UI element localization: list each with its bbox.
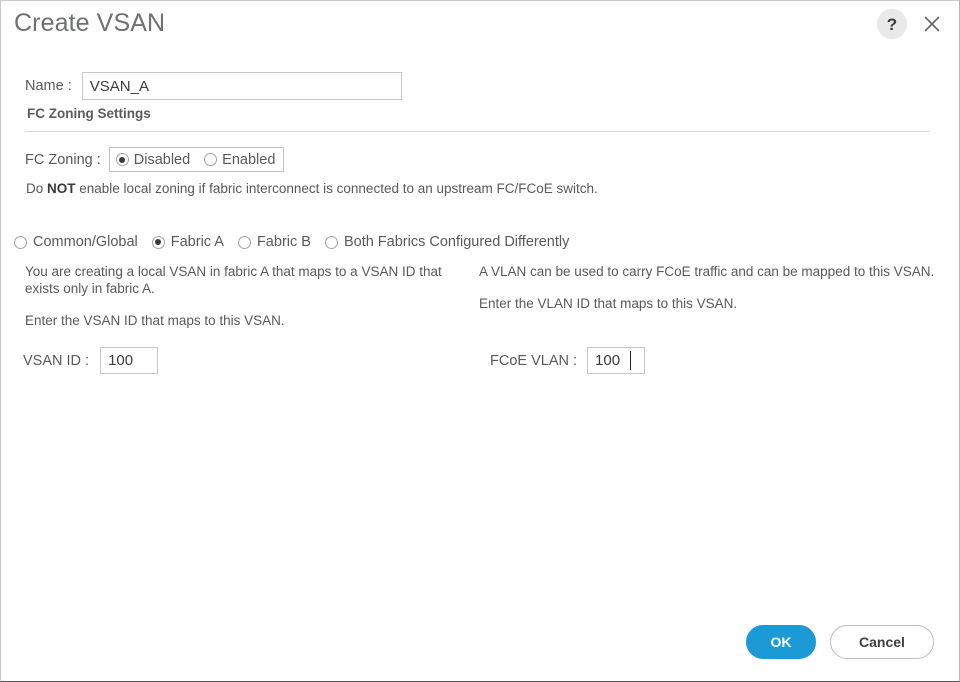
name-input[interactable] (81, 72, 402, 100)
vsan-id-input[interactable] (100, 347, 159, 374)
radio-label: Disabled (133, 151, 191, 168)
radio-fc-zoning-disabled[interactable]: Disabled (115, 151, 191, 168)
radio-icon (204, 153, 218, 166)
radio-both-fabrics[interactable]: Both Fabrics Configured Differently (324, 234, 570, 250)
radio-label: Common/Global (33, 234, 138, 250)
fcoe-vlan-label: FCoE VLAN : (490, 352, 578, 369)
vlan-description-column: A VLAN can be used to carry FCoE traffic… (479, 263, 939, 312)
cancel-button[interactable]: Cancel (830, 625, 934, 659)
radio-icon (115, 153, 129, 166)
vlan-description-text: A VLAN can be used to carry FCoE traffic… (479, 264, 935, 279)
radio-label: Both Fabrics Configured Differently (343, 234, 570, 250)
vsan-instruction-text: Enter the VSAN ID that maps to this VSAN… (25, 313, 285, 328)
fcoe-vlan-input-wrapper (587, 347, 646, 374)
fabric-radio-group: Common/Global Fabric A Fabric B Both Fab… (14, 234, 569, 250)
create-vsan-dialog: Create VSAN ? Name : FC Zoning Settings … (0, 0, 960, 682)
vsan-id-label: VSAN ID : (23, 352, 90, 369)
footer-button-group: OK Cancel (746, 625, 934, 659)
fc-zoning-settings-heading: FC Zoning Settings (27, 106, 151, 121)
radio-fabric-b[interactable]: Fabric B (237, 234, 311, 250)
zoning-warning-note: Do NOT enable local zoning if fabric int… (26, 181, 598, 196)
radio-fabric-a[interactable]: Fabric A (151, 234, 224, 250)
header-icon-group: ? (877, 9, 945, 39)
radio-label: Fabric A (170, 234, 224, 250)
vlan-instruction-text: Enter the VLAN ID that maps to this VSAN… (479, 296, 738, 311)
name-row: Name : (25, 72, 402, 100)
name-label: Name : (25, 78, 72, 94)
radio-fc-zoning-enabled[interactable]: Enabled (204, 152, 275, 168)
note-suffix: enable local zoning if fabric interconne… (75, 181, 598, 196)
dialog-title: Create VSAN (14, 9, 166, 37)
vsan-id-row: VSAN ID : (23, 347, 159, 374)
radio-icon (14, 235, 27, 249)
note-bold: NOT (47, 181, 76, 196)
text-caret (630, 351, 632, 370)
fc-zoning-row: FC Zoning : Disabled Enabled (25, 147, 285, 172)
radio-label: Enabled (222, 151, 276, 168)
fc-zoning-radio-group: Disabled Enabled (108, 147, 285, 172)
fcoe-vlan-row: FCoE VLAN : (490, 347, 646, 374)
radio-label: Fabric B (256, 234, 311, 250)
vsan-description-column: You are creating a local VSAN in fabric … (25, 263, 455, 329)
fcoe-vlan-input[interactable] (587, 347, 646, 374)
ok-button[interactable]: OK (746, 625, 816, 659)
dialog-footer: OK Cancel (1, 607, 959, 681)
help-icon[interactable]: ? (877, 9, 907, 39)
radio-icon (324, 235, 338, 249)
radio-icon (151, 235, 165, 249)
dialog-header: Create VSAN ? (1, 1, 959, 53)
radio-common-global[interactable]: Common/Global (14, 234, 138, 250)
fc-zoning-label: FC Zoning : (25, 151, 101, 168)
note-prefix: Do (26, 181, 48, 196)
radio-icon (237, 235, 251, 249)
close-icon[interactable] (919, 11, 945, 37)
vsan-description-text: You are creating a local VSAN in fabric … (25, 264, 442, 296)
section-divider (25, 131, 930, 132)
